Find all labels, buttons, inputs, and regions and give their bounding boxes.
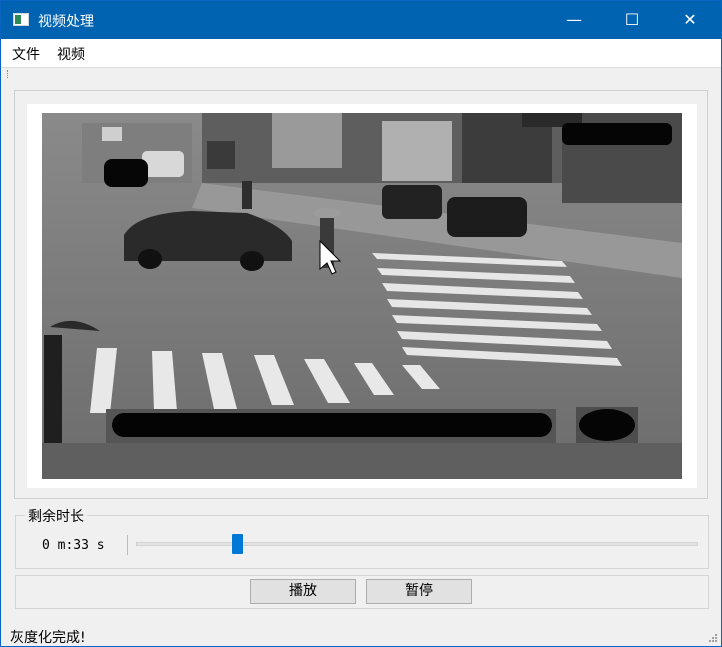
main-window: 视频处理 — ☐ ✕ 文件 视频 剩余时长 0 m:33 s 播放 暂停 灰度化… [0,0,722,647]
progress-slider-thumb[interactable] [232,534,243,554]
app-window-icon [13,13,29,26]
separator [127,535,128,555]
window-title: 视频处理 [38,14,94,30]
menu-bar: 文件 视频 [1,39,721,68]
pause-button[interactable]: 暂停 [366,579,472,604]
maximize-button[interactable]: ☐ [603,1,661,39]
minimize-button[interactable]: — [545,1,603,39]
menu-video[interactable]: 视频 [55,44,87,64]
title-bar[interactable]: 视频处理 — ☐ ✕ [1,1,721,39]
controls-row [15,575,709,609]
toolbar-grip[interactable] [7,70,11,78]
close-button[interactable]: ✕ [661,1,719,39]
video-display [42,113,682,479]
status-message: 灰度化完成! [10,630,86,646]
menu-file[interactable]: 文件 [10,44,42,64]
play-button[interactable]: 播放 [250,579,356,604]
remaining-time-label: 0 m:33 s [42,538,105,553]
grayscale-video-frame [42,113,682,479]
progress-slider-track[interactable] [136,542,698,546]
remaining-time-title: 剩余时长 [25,506,87,526]
resize-grip-icon[interactable] [707,632,717,642]
